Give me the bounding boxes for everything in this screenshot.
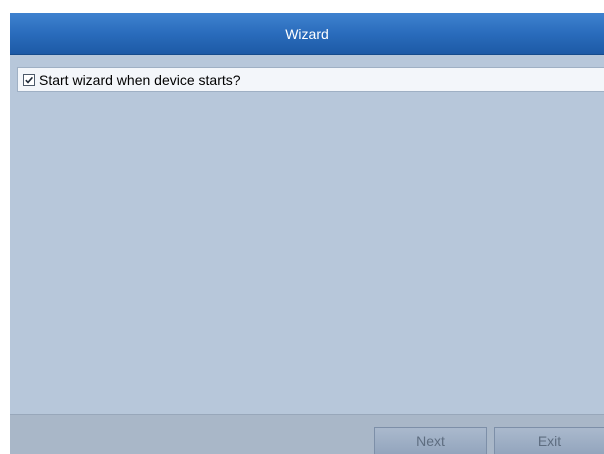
start-wizard-label: Start wizard when device starts? xyxy=(39,71,241,88)
next-button[interactable]: Next xyxy=(374,427,487,454)
wizard-dialog: Wizard Start wizard when device starts? … xyxy=(10,13,604,454)
dialog-title: Wizard xyxy=(285,25,329,42)
checkmark-icon xyxy=(25,76,34,84)
start-wizard-option-row[interactable]: Start wizard when device starts? xyxy=(17,67,604,92)
title-bar: Wizard xyxy=(10,13,604,55)
start-wizard-checkbox[interactable] xyxy=(23,73,35,86)
dialog-footer: Next Exit xyxy=(10,414,604,454)
exit-button[interactable]: Exit xyxy=(494,427,604,454)
